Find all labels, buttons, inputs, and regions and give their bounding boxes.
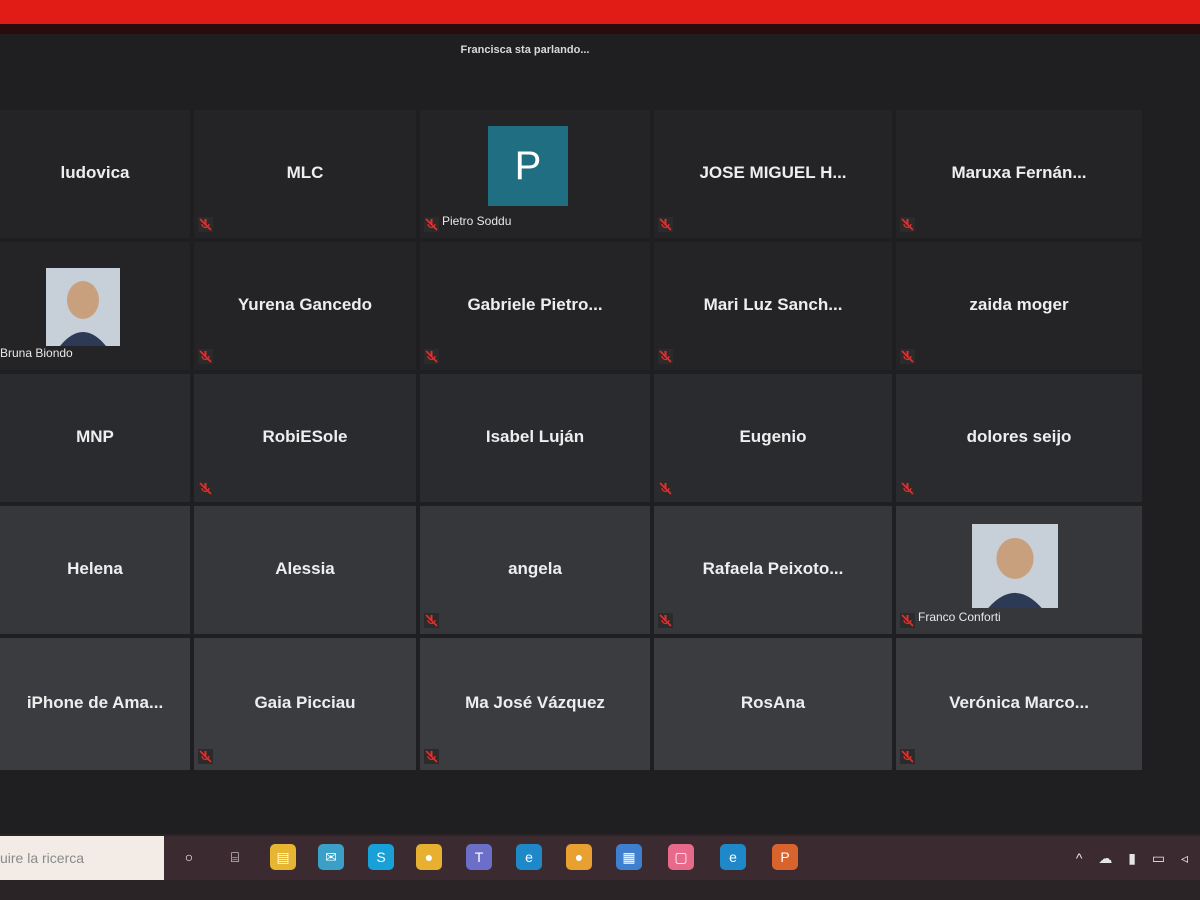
participant-tile[interactable]: Rafaela Peixoto... (654, 506, 892, 634)
mic-muted-icon (900, 613, 915, 628)
participant-tile[interactable]: zaida moger (896, 242, 1142, 370)
participant-name: Helena (67, 559, 123, 578)
avatar: P (488, 126, 568, 206)
participant-photo (972, 524, 1058, 608)
participant-name: MLC (286, 163, 324, 182)
participant-tile[interactable]: dolores seijo (896, 374, 1142, 502)
participant-tile[interactable]: Eugenio (654, 374, 892, 502)
participant-tile[interactable]: Bruna Biondo (0, 242, 190, 370)
chrome-icon-2[interactable]: ● (566, 844, 592, 870)
system-tray[interactable]: ^ ☁ ▮ ▭ ◃ (1076, 850, 1194, 867)
participant-tile[interactable]: Yurena Gancedo (194, 242, 416, 370)
participant-tile[interactable]: RobiESole (194, 374, 416, 502)
participant-photo (46, 268, 120, 346)
participant-name: RobiESole (262, 427, 348, 446)
teams-icon[interactable]: T (466, 844, 492, 870)
edge-icon-2[interactable]: e (720, 844, 746, 870)
mail-icon[interactable]: ✉ (318, 844, 344, 870)
participant-name: Maruxa Fernán... (951, 163, 1087, 182)
mic-muted-icon (900, 481, 915, 496)
mic-muted-icon (198, 481, 213, 496)
participant-tile[interactable]: MLC (194, 110, 416, 238)
participant-tile[interactable]: ludovica (0, 110, 190, 238)
participant-tile[interactable]: Isabel Luján (420, 374, 650, 502)
participant-tile[interactable]: angela (420, 506, 650, 634)
participant-name: iPhone de Ama... (26, 693, 164, 712)
participant-tile[interactable]: Verónica Marco... (896, 638, 1142, 770)
taskbar-strip: uire la ricerca ○ ⌸ ▤ ✉ S ● Te ● ▦ ▢ e P ^ ☁ ▮ ▭ ◃ (0, 836, 1200, 880)
task-view-icon[interactable]: ⌸ (222, 844, 248, 870)
participant-name: Isabel Luján (485, 427, 585, 446)
participant-tile[interactable]: RosAna (654, 638, 892, 770)
participant-name: Gaia Picciau (254, 693, 356, 712)
participant-label: Franco Conforti (918, 610, 1001, 624)
mic-muted-icon (900, 349, 915, 364)
participant-tile[interactable]: Franco Conforti (896, 506, 1142, 634)
mic-muted-icon (198, 749, 213, 764)
participant-tile[interactable]: Gabriele Pietro... (420, 242, 650, 370)
file-explorer-icon[interactable]: ▤ (270, 844, 296, 870)
app-icon[interactable]: ▦ (616, 844, 642, 870)
mic-muted-icon (424, 749, 439, 764)
participant-tile[interactable]: Gaia Picciau (194, 638, 416, 770)
participant-label: Pietro Soddu (442, 214, 512, 228)
participant-name: Verónica Marco... (949, 693, 1089, 712)
participant-grid: ludovica MLC P Pietro Soddu JOSE MIGUEL H...… (0, 110, 1142, 772)
participant-name: MNP (76, 427, 114, 446)
participant-name: Alessia (275, 559, 335, 578)
mic-muted-icon (658, 217, 673, 232)
chrome-icon[interactable]: ● (416, 844, 442, 870)
participant-tile[interactable]: Alessia (194, 506, 416, 634)
participant-name: dolores seijo (966, 427, 1072, 446)
taskbar-search-box[interactable]: uire la ricerca (0, 836, 164, 880)
mic-muted-icon (198, 349, 213, 364)
mic-muted-icon (900, 749, 915, 764)
participant-tile[interactable]: iPhone de Ama... (0, 638, 190, 770)
mic-muted-icon (658, 349, 673, 364)
participant-name: zaida moger (969, 295, 1069, 314)
mic-muted-icon (900, 217, 915, 232)
participant-name: RosAna (740, 693, 806, 712)
participant-name: Gabriele Pietro... (467, 295, 603, 314)
taskbar: uire la ricerca ○ ⌸ ▤ ✉ S ● Te ● ▦ ▢ e P ^ ☁ ▮ ▭ ◃ (0, 834, 1200, 900)
participant-tile[interactable]: Mari Luz Sanch... (654, 242, 892, 370)
participant-label: Bruna Biondo (0, 346, 73, 360)
mic-muted-icon (658, 613, 673, 628)
participant-name: Eugenio (739, 427, 807, 446)
participant-name: Rafaela Peixoto... (702, 559, 844, 578)
skype-icon[interactable]: S (368, 844, 394, 870)
participant-name: Ma José Vázquez (465, 693, 605, 712)
mic-muted-icon (424, 613, 439, 628)
participant-name: JOSE MIGUEL H... (699, 163, 847, 182)
calendar-icon[interactable]: ▢ (668, 844, 694, 870)
speaking-status: Francisca sta parlando... (460, 44, 590, 56)
mic-muted-icon (424, 349, 439, 364)
participant-tile[interactable]: JOSE MIGUEL H... (654, 110, 892, 238)
mic-muted-icon (658, 481, 673, 496)
participant-name: Mari Luz Sanch... (703, 295, 843, 314)
powerpoint-icon[interactable]: P (772, 844, 798, 870)
cortana-icon[interactable]: ○ (176, 844, 202, 870)
participant-name: Yurena Gancedo (237, 295, 373, 314)
participant-name: ludovica (60, 163, 130, 182)
participant-tile[interactable]: P Pietro Soddu (420, 110, 650, 238)
participant-tile[interactable]: Maruxa Fernán... (896, 110, 1142, 238)
mic-muted-icon (198, 217, 213, 232)
edge-icon[interactable]: e (516, 844, 542, 870)
participant-tile[interactable]: Helena (0, 506, 190, 634)
participant-tile[interactable]: MNP (0, 374, 190, 502)
participant-name: angela (508, 559, 562, 578)
participant-tile[interactable]: Ma José Vázquez (420, 638, 650, 770)
mic-muted-icon (424, 217, 439, 232)
